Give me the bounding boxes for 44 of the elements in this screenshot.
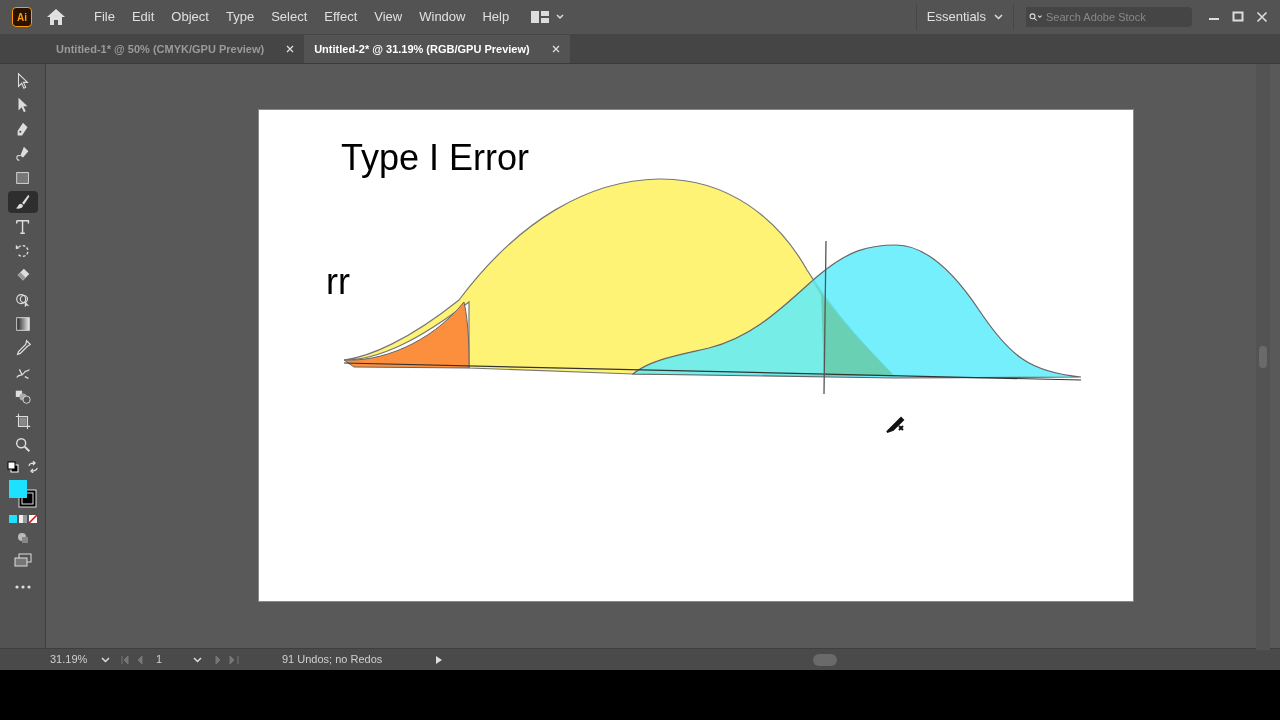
canvas-title-text: Type I Error (341, 140, 530, 176)
close-icon[interactable] (551, 45, 560, 53)
chevron-down-icon (101, 656, 110, 663)
menu-item[interactable]: Type (217, 7, 263, 27)
more-tools-icon[interactable] (14, 584, 31, 589)
workspace-switcher[interactable]: Essentials (915, 4, 1014, 30)
screen-mode-icon[interactable] (13, 552, 32, 567)
menu-item[interactable]: Object (163, 7, 217, 27)
text-icon (13, 217, 32, 236)
menu-item[interactable]: File (86, 7, 123, 27)
menu-item[interactable]: Help (474, 7, 518, 27)
arrange-documents-icon[interactable] (531, 10, 566, 24)
menu-item[interactable]: Edit (123, 7, 163, 27)
color-mode-icon[interactable] (8, 514, 17, 523)
menu-item[interactable]: Select (263, 7, 316, 27)
menu-item[interactable]: Window (411, 7, 474, 27)
paintbrush-tool-button[interactable] (7, 191, 38, 214)
fill-stroke-swatches[interactable] (7, 478, 38, 509)
artboard-dropdown[interactable]: 1 (152, 650, 206, 669)
chevron-down-icon (193, 656, 202, 663)
home-icon[interactable] (46, 8, 66, 26)
close-icon[interactable] (1256, 11, 1268, 23)
app-logo: Ai (12, 7, 32, 27)
magnifier-icon (13, 436, 32, 455)
crop-frame-icon (13, 412, 32, 431)
draw-mode-icon[interactable] (15, 530, 30, 545)
brush-cursor-icon (886, 417, 904, 433)
menu-item[interactable]: Effect (316, 7, 366, 27)
none-mode-icon[interactable] (28, 514, 37, 523)
search-field[interactable]: Search Adobe Stock (1046, 7, 1192, 27)
swap-colors-icon[interactable] (26, 460, 39, 473)
play-icon[interactable] (435, 654, 443, 665)
default-colors-icon[interactable] (6, 460, 19, 473)
canvas-text: rr (326, 264, 350, 300)
menu-item[interactable]: View (366, 7, 411, 27)
maximize-icon[interactable] (1232, 11, 1244, 23)
chevron-down-icon (994, 14, 1003, 20)
close-icon[interactable] (286, 45, 295, 53)
status-message: 91 Undos; no Redos (282, 652, 384, 668)
document-tab[interactable]: Untitled-2* @ 31.19% (RGB/GPU Preview) (304, 35, 570, 63)
search-icon[interactable] (1026, 7, 1046, 27)
vertical-scrollbar[interactable] (1256, 64, 1270, 650)
gradient-mode-icon[interactable] (18, 514, 27, 523)
gradient-icon (13, 314, 32, 333)
